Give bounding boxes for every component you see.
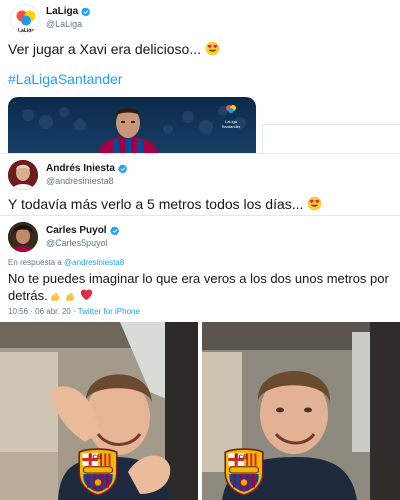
reply-prefix: En respuesta a xyxy=(8,258,62,267)
iniesta-handle[interactable]: @andresiniesta8 xyxy=(46,176,114,186)
reply-to-link[interactable]: @andresiniesta8 xyxy=(64,258,124,267)
puyol-avatar-photo xyxy=(8,222,38,252)
card-edge-right xyxy=(262,124,400,125)
puyol-tweet-text: No te puedes imaginar lo que era veros a… xyxy=(8,270,392,304)
puyol-avatar[interactable] xyxy=(8,222,38,252)
laliga-handle[interactable]: @LaLiga xyxy=(46,19,82,29)
heart-eyes-emoji-icon xyxy=(205,41,220,56)
iniesta-avatar-photo xyxy=(8,160,38,190)
card-edge-vertical xyxy=(262,124,263,155)
watermark-bottom: Santander xyxy=(221,124,241,129)
reply-context: En respuesta a @andresiniesta8 xyxy=(8,258,124,267)
puyol-handle[interactable]: @Carles5puyol xyxy=(46,238,108,248)
laliga-display-name[interactable]: LaLiga xyxy=(46,6,78,17)
verified-badge-icon xyxy=(81,7,91,17)
laliga-tweet-body: Ver jugar a Xavi era delicioso... xyxy=(8,41,201,57)
raising-hands-emoji-icon xyxy=(49,287,64,302)
laliga-media-watermark: LaLiga Santander xyxy=(218,101,244,129)
verified-badge-icon xyxy=(110,226,120,236)
tweet-laliga[interactable]: LaLiga LaLiga @LaLiga Ver jugar a Xavi e… xyxy=(0,0,400,155)
puyol-display-name[interactable]: Carles Puyol xyxy=(46,225,107,236)
right-crest-label: FCB xyxy=(235,455,248,461)
laliga-media-image[interactable]: LaLiga Santander xyxy=(8,97,256,155)
tweet-client-link[interactable]: Twitter for iPhone xyxy=(78,307,140,316)
left-crest-label: FCB xyxy=(89,455,102,461)
heart-eyes-emoji-icon xyxy=(307,196,322,211)
iniesta-avatar[interactable] xyxy=(8,160,38,190)
tweet-timestamp[interactable]: 10:56 · 06 abr. 20 · xyxy=(8,307,76,316)
meme-panel-right: FCB xyxy=(202,322,400,500)
red-heart-emoji-icon xyxy=(79,287,94,302)
laliga-hashtag[interactable]: #LaLigaSantander xyxy=(8,71,122,87)
meme-panel-left: FCB xyxy=(0,322,198,500)
laliga-watermark-icon xyxy=(226,105,236,114)
iniesta-tweet-text: Y todavía más verlo a 5 metros todos los… xyxy=(8,195,322,213)
tweet-puyol[interactable]: Carles Puyol @Carles5puyol En respuesta … xyxy=(0,215,400,320)
laliga-tweet-text: Ver jugar a Xavi era delicioso... xyxy=(8,40,220,58)
verified-badge-icon xyxy=(118,164,128,174)
svg-text:LaLiga: LaLiga xyxy=(18,28,34,34)
iniesta-tweet-body: Y todavía más verlo a 5 metros todos los… xyxy=(8,196,304,212)
raising-hands-emoji-icon xyxy=(64,287,79,302)
laliga-logo-icon: LaLiga xyxy=(16,10,36,34)
tweet-meta: 10:56 · 06 abr. 20 · Twitter for iPhone xyxy=(8,307,140,316)
tweet-iniesta[interactable]: Andrés Iniesta @andresiniesta8 Y todavía… xyxy=(0,153,400,215)
laliga-avatar[interactable]: LaLiga xyxy=(10,4,40,34)
iniesta-display-name[interactable]: Andrés Iniesta xyxy=(46,163,115,174)
